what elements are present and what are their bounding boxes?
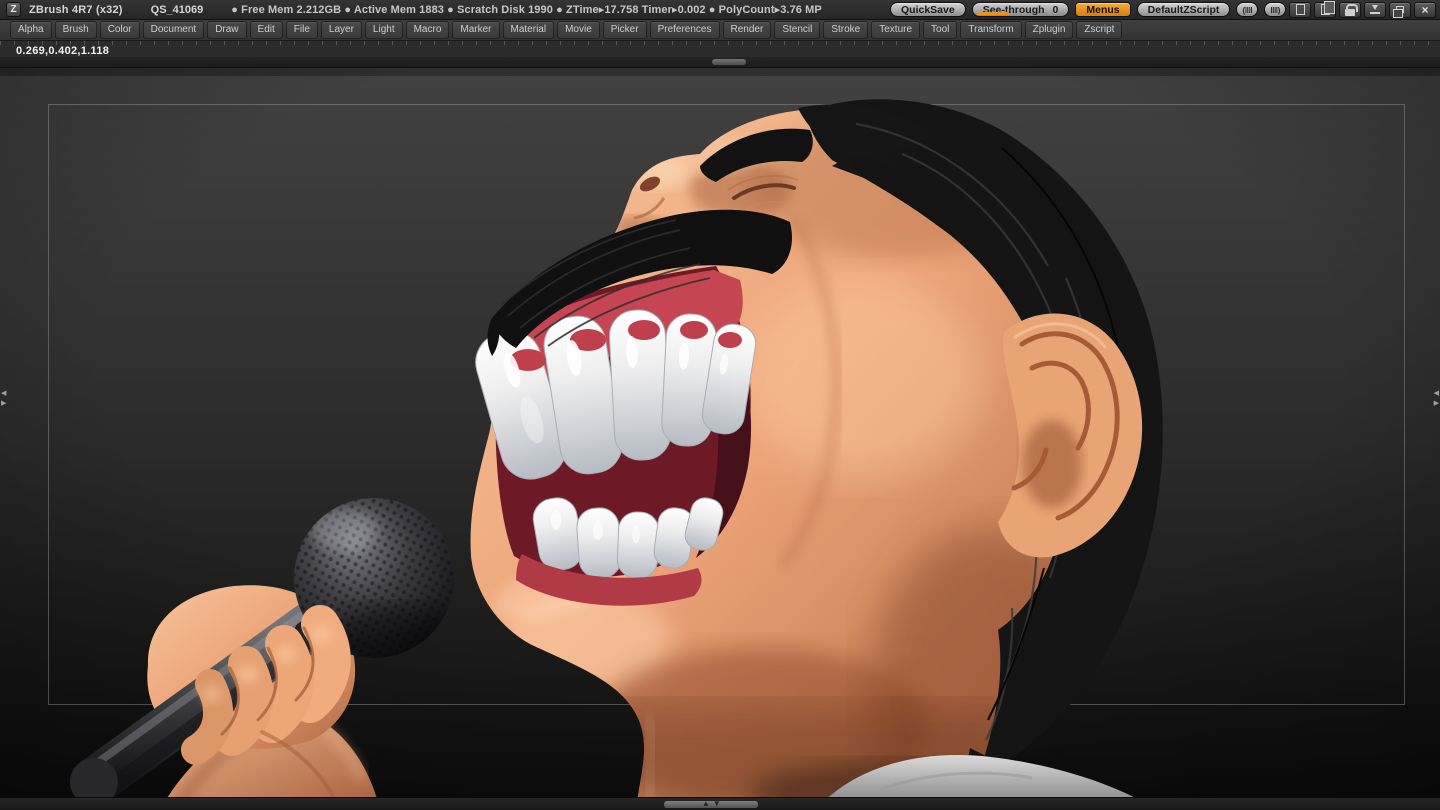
menu-item-zplugin[interactable]: Zplugin — [1024, 21, 1074, 39]
top-scrollbar-handle[interactable] — [712, 59, 746, 65]
menu-item-file[interactable]: File — [285, 21, 318, 39]
lock-button[interactable] — [1339, 1, 1361, 18]
titlebar: Z ZBrush 4R7 (x32) QS_41069 ● Free Mem 2… — [0, 0, 1440, 20]
left-tray-toggle[interactable]: ◀ ▶ — [1, 390, 6, 407]
copy-document-button[interactable] — [1289, 1, 1311, 18]
restore-icon — [1393, 6, 1404, 18]
lock-icon — [1345, 3, 1358, 16]
zbrush-logo-icon[interactable]: Z — [6, 2, 21, 17]
bottom-scrollbar[interactable]: ▲▼ — [0, 797, 1440, 810]
restore-button[interactable] — [1389, 1, 1411, 18]
coordinates-readout: 0.269,0.402,1.118 — [16, 45, 110, 57]
scroll-down-icon[interactable]: ▼ — [713, 799, 724, 808]
menu-item-layer[interactable]: Layer — [320, 21, 362, 39]
close-icon: × — [1421, 2, 1429, 17]
sculpt-render — [0, 68, 1440, 810]
minimize-icon — [1370, 5, 1380, 14]
nav-left-icon: ◀ — [1433, 390, 1439, 397]
menu-item-tool[interactable]: Tool — [923, 21, 958, 39]
zbrush-window: Z ZBrush 4R7 (x32) QS_41069 ● Free Mem 2… — [0, 0, 1440, 810]
see-through-value: 0 — [1052, 3, 1059, 16]
menu-item-light[interactable]: Light — [364, 21, 403, 39]
nav-right-icon: ▶ — [1, 400, 7, 407]
see-through-slider[interactable]: See-through 0 — [971, 2, 1070, 17]
infobar: 0.269,0.402,1.118 — [0, 41, 1440, 57]
menus-button[interactable]: Menus — [1075, 2, 1131, 17]
nav-right-icon: ▶ — [1433, 400, 1439, 407]
top-scrollbar[interactable] — [0, 57, 1440, 68]
menu-item-color[interactable]: Color — [99, 21, 140, 39]
document-icon — [1295, 4, 1305, 15]
nav-left-icon: ◀ — [1, 390, 7, 397]
duplicate-document-button[interactable] — [1314, 1, 1336, 18]
menu-item-marker[interactable]: Marker — [452, 21, 500, 39]
menu-item-material[interactable]: Material — [502, 21, 555, 39]
menu-item-render[interactable]: Render — [722, 21, 772, 39]
menu-item-zscript[interactable]: Zscript — [1076, 21, 1123, 39]
right-tray-toggle[interactable]: ◀ ▶ — [1434, 390, 1439, 407]
scroll-up-icon[interactable]: ▲ — [702, 799, 713, 808]
minimize-button[interactable] — [1364, 1, 1386, 18]
close-button[interactable]: × — [1414, 1, 1436, 18]
scroll-arrows[interactable]: ▲▼ — [702, 799, 724, 808]
menu-item-alpha[interactable]: Alpha — [10, 21, 52, 39]
menu-item-document[interactable]: Document — [142, 21, 205, 39]
see-through-progress — [976, 12, 1010, 15]
ruler-ticks — [0, 41, 1440, 45]
memory-stats: ● Free Mem 2.212GB ● Active Mem 1883 ● S… — [231, 4, 822, 16]
quicksave-button[interactable]: QuickSave — [889, 2, 966, 17]
menubar: Alpha Brush Color Document Draw Edit Fil… — [0, 20, 1440, 41]
menu-item-stencil[interactable]: Stencil — [774, 21, 821, 39]
documents-icon — [1320, 1, 1335, 15]
menu-item-draw[interactable]: Draw — [207, 21, 247, 39]
menu-item-picker[interactable]: Picker — [602, 21, 647, 39]
menu-item-preferences[interactable]: Preferences — [649, 21, 720, 39]
app-title: ZBrush 4R7 (x32) — [29, 3, 123, 16]
panel-scroll-right-button[interactable]: ‖‖) — [1264, 2, 1286, 17]
document-name: QS_41069 — [150, 3, 204, 16]
menu-item-transform[interactable]: Transform — [960, 21, 1022, 39]
menu-item-edit[interactable]: Edit — [249, 21, 283, 39]
menu-item-macro[interactable]: Macro — [405, 21, 450, 39]
sculpt-viewport[interactable]: ◀ ▶ ◀ ▶ ▲▼ — [0, 68, 1440, 810]
menu-item-stroke[interactable]: Stroke — [823, 21, 869, 39]
menu-item-brush[interactable]: Brush — [54, 21, 97, 39]
menu-item-texture[interactable]: Texture — [871, 21, 921, 39]
menu-item-movie[interactable]: Movie — [557, 21, 600, 39]
default-zscript-button[interactable]: DefaultZScript — [1136, 2, 1231, 17]
panel-scroll-left-button[interactable]: (‖‖ — [1236, 2, 1259, 17]
